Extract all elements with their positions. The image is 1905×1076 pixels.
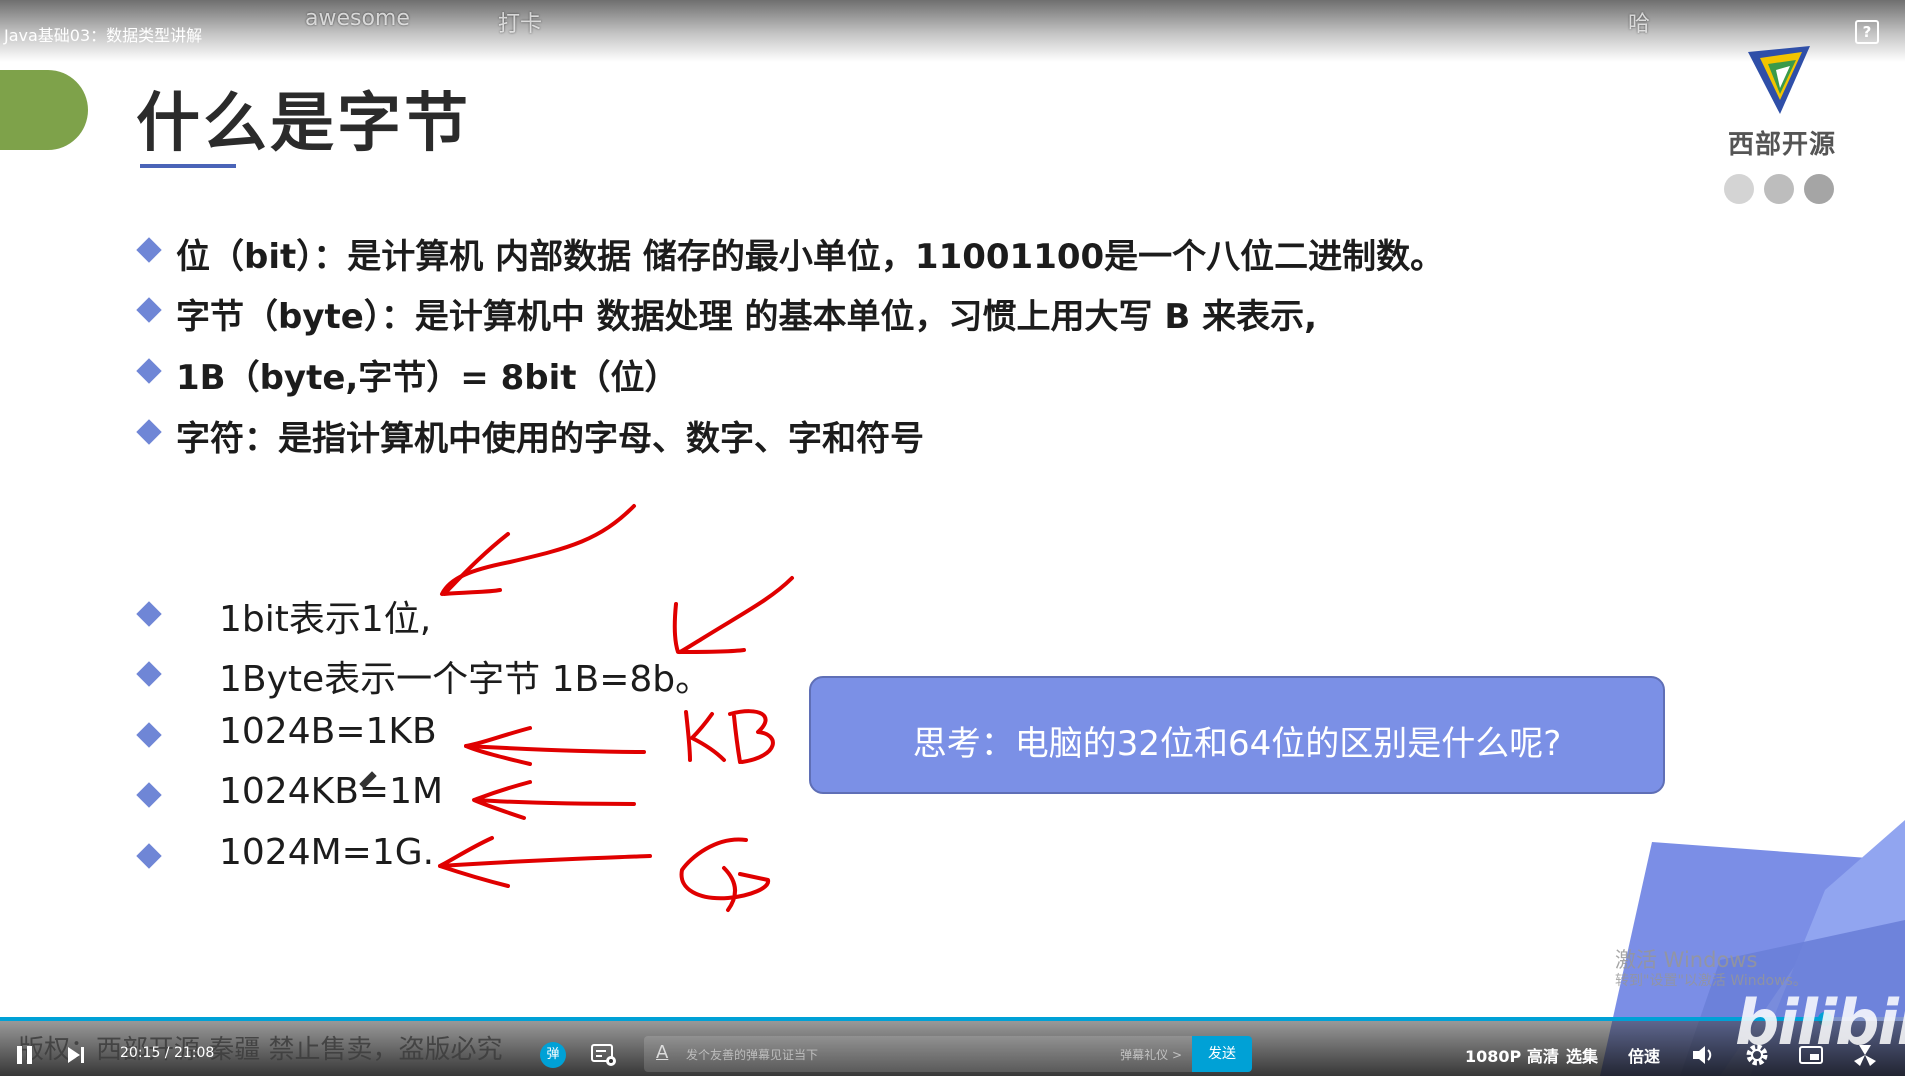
bullet-icon [136, 782, 162, 808]
unit-line: 1024M=1G. [219, 832, 435, 873]
unit-line: 1024KB=1M [219, 771, 444, 812]
definition-byte-bit: 1B（byte,字节）= 8bit（位） [176, 358, 679, 398]
unit-line: 1bit表示1位, [219, 599, 432, 640]
logo-dot [1724, 174, 1754, 204]
annotation-arrow [464, 744, 646, 754]
bullet-icon [136, 843, 162, 869]
danmaku-comment: 哈 [1628, 12, 1651, 37]
danmaku-comment: 打卡 [498, 12, 543, 37]
episodes-button[interactable]: 选集 [1566, 1043, 1598, 1067]
top-overlay [0, 0, 1905, 62]
volume-icon[interactable] [1690, 1042, 1716, 1068]
annotation-arrow [438, 854, 652, 868]
annotation-arrow [438, 836, 510, 888]
annotation-letter [690, 712, 726, 762]
danmaku-input[interactable] [684, 1040, 1048, 1070]
next-episode-icon[interactable] [66, 1046, 86, 1064]
danmaku-toggle[interactable]: 弹 [540, 1042, 566, 1068]
danmaku-comment: awesome [305, 6, 410, 31]
danmaku-input-box: A 弹幕礼仪 > [644, 1036, 1192, 1072]
slide-title: 什么是字节 [136, 87, 471, 161]
video-player[interactable]: Java基础03：数据类型讲解 awesome 打卡 哈 ? 什么是字节 西部开… [0, 0, 1905, 1076]
send-danmaku-button[interactable]: 发送 [1192, 1036, 1252, 1072]
unit-line: 1024B=1KB [219, 711, 437, 752]
annotation-arrow [678, 576, 794, 654]
annotation-arrow [440, 504, 636, 596]
annotation-arrow [474, 798, 636, 806]
bullet-icon [136, 722, 162, 748]
annotation-letter [679, 837, 770, 912]
quality-selector[interactable]: 1080P 高清 [1465, 1043, 1559, 1067]
definition-bit: 位（bit）：是计算机 内部数据 储存的最小单位，11001100是一个八位二进… [176, 237, 1445, 277]
annotation-arrow [442, 532, 510, 596]
speed-button[interactable]: 倍速 [1628, 1043, 1660, 1067]
bilibili-logo: bilibili [1735, 986, 1905, 1059]
logo-dot [1804, 174, 1834, 204]
definition-character: 字符：是指计算机中使用的字母、数字、字和符号 [176, 419, 924, 459]
time-display: 20:15 / 21:08 [120, 1045, 215, 1061]
bullet-icon [136, 601, 162, 627]
definition-byte: 字节（byte）：是计算机中 数据处理 的基本单位，习惯上用大写 B 来表示, [176, 297, 1317, 337]
annotation-letter [728, 709, 775, 764]
unit-line: 1Byte表示一个字节 1B=8b。 [219, 659, 712, 700]
bullet-icon [136, 358, 162, 384]
bullet-icon [136, 419, 162, 445]
danmaku-etiquette-link[interactable]: 弹幕礼仪 > [1120, 1046, 1182, 1063]
danmaku-style-icon[interactable]: A [656, 1042, 668, 1063]
annotation-arrow [472, 780, 532, 820]
pause-icon[interactable] [14, 1044, 36, 1066]
annotation-letter [684, 710, 692, 762]
title-accent-tab [0, 70, 88, 150]
bullet-icon [136, 661, 162, 687]
think-question-text: 思考：电脑的32位和64位的区别是什么呢? [912, 724, 1562, 764]
logo-icon [1748, 46, 1810, 114]
bullet-icon [136, 237, 162, 263]
logo-text: 西部开源 [1728, 130, 1837, 160]
help-icon[interactable]: ? [1855, 20, 1879, 44]
copyright-watermark: 版权：西部开源 秦疆 禁止售卖，盗版必究 [18, 1035, 503, 1065]
think-question-box: 思考：电脑的32位和64位的区别是什么呢? [809, 676, 1665, 794]
title-underline [140, 164, 236, 168]
annotation-arrow [672, 602, 746, 654]
bullet-icon [136, 297, 162, 323]
video-title: Java基础03：数据类型讲解 [4, 26, 203, 45]
danmaku-settings-icon[interactable] [590, 1042, 618, 1068]
annotation-arrow [464, 726, 532, 766]
logo-dot [1764, 174, 1794, 204]
